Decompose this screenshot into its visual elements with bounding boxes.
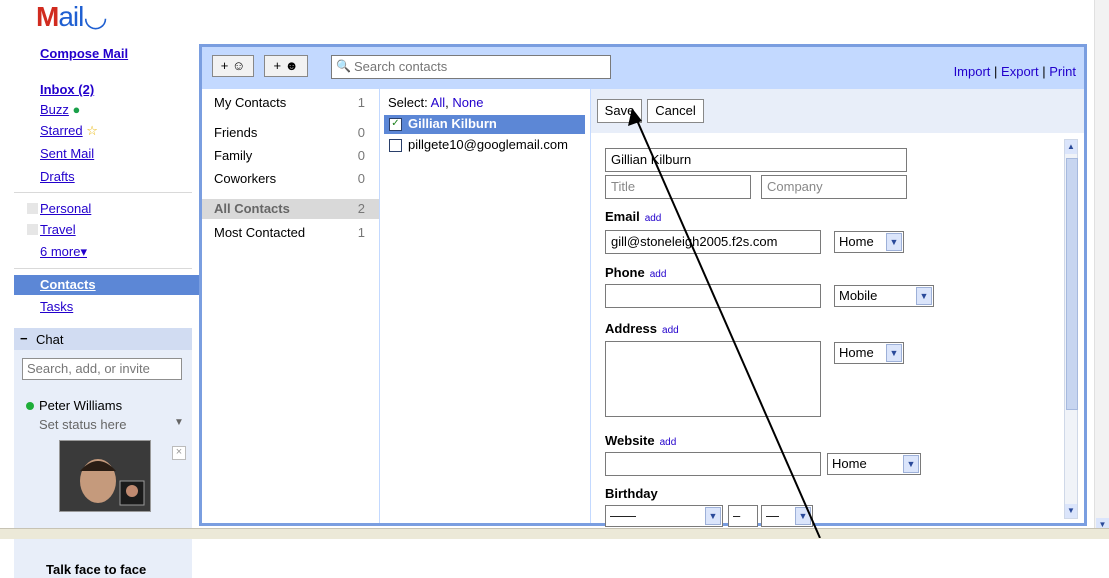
video-chat-promo-text: Talk face to face <box>46 562 147 577</box>
annotation-arrow-icon <box>628 108 821 538</box>
